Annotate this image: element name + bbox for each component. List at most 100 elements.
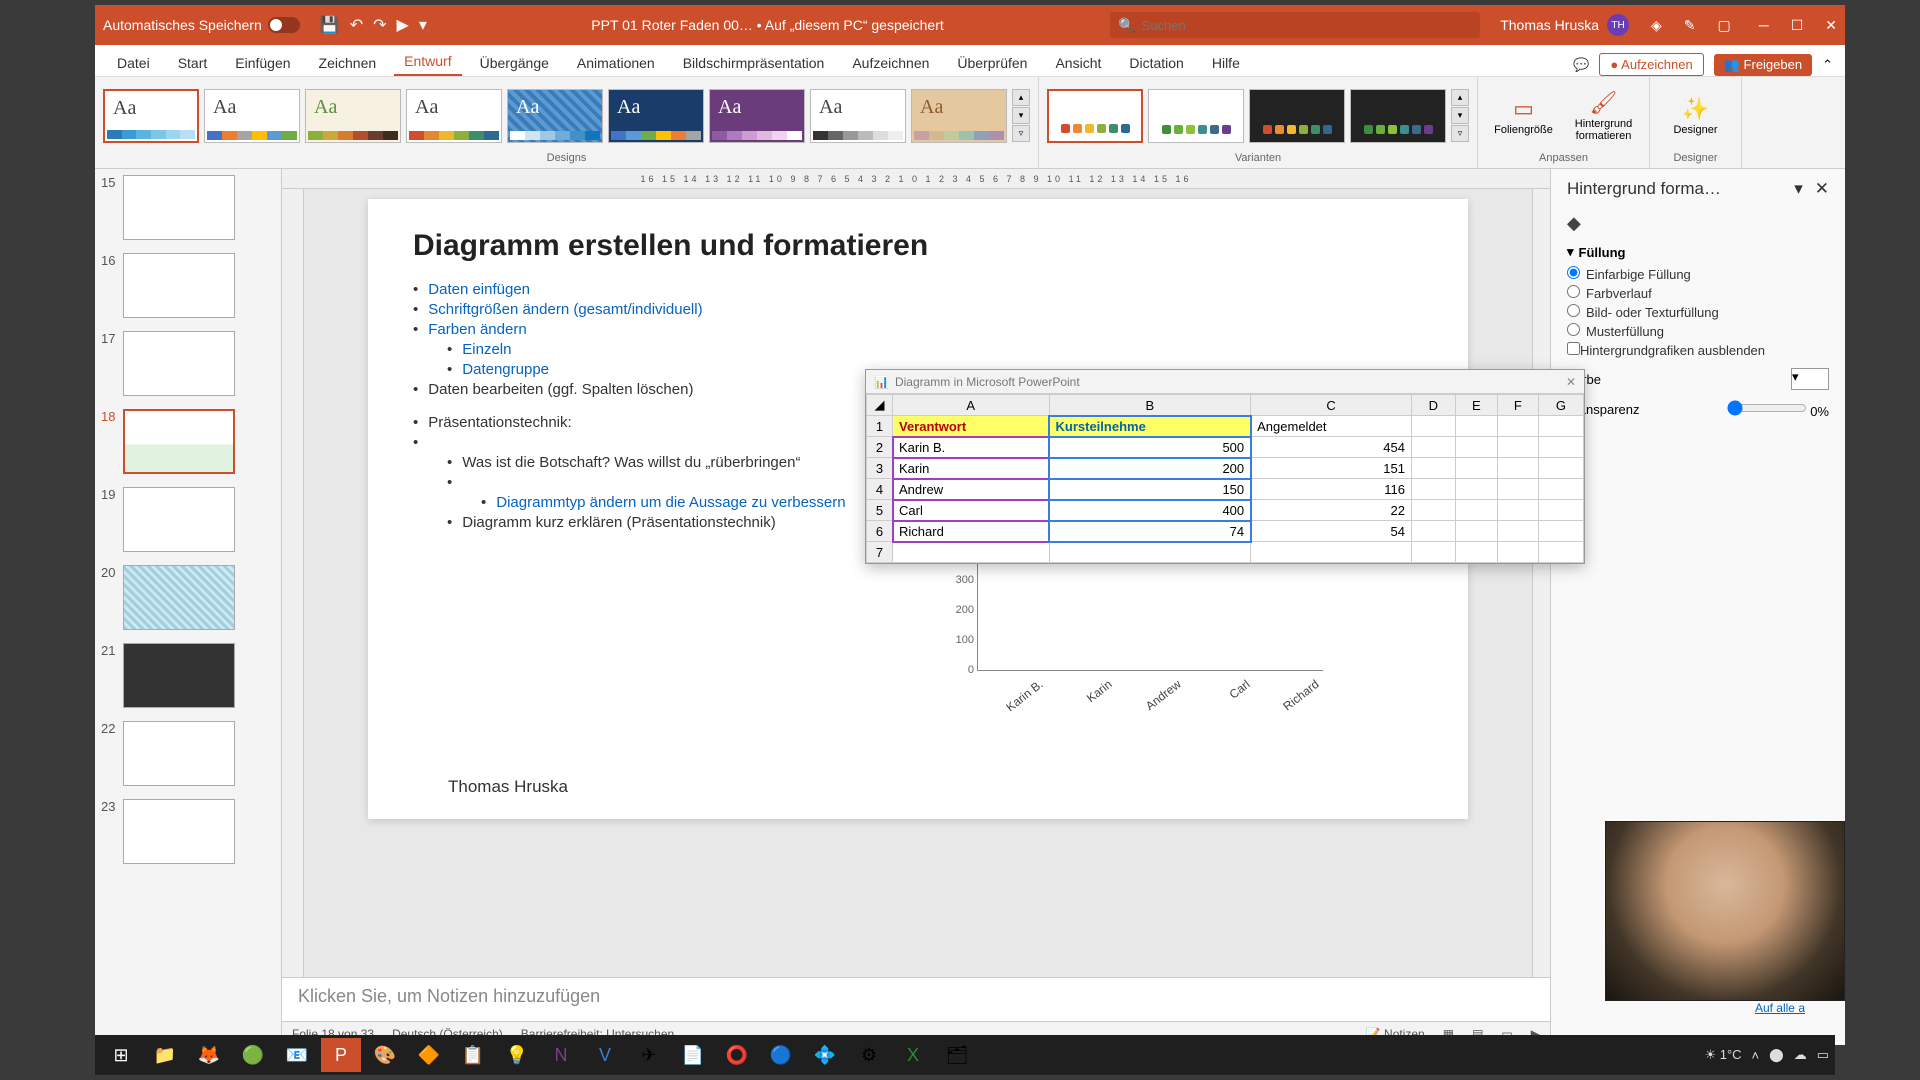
fill-tab-icon[interactable]: ◆ [1567, 213, 1581, 233]
format-background-button[interactable]: 🖌Hintergrund formatieren [1566, 90, 1641, 142]
theme-option[interactable]: Aa [507, 89, 603, 143]
variants-down-icon[interactable]: ▾ [1451, 107, 1469, 124]
tab-entwurf[interactable]: Entwurf [394, 48, 461, 76]
slide-thumbnail[interactable] [123, 331, 235, 396]
record-button[interactable]: ● Aufzeichnen [1599, 53, 1703, 76]
datasheet-grid[interactable]: ◢ A B C D E F G 1VerantwortKursteilnehme… [866, 394, 1584, 563]
tab-hilfe[interactable]: Hilfe [1202, 50, 1250, 76]
fill-pattern-option[interactable]: Musterfüllung [1567, 323, 1829, 339]
search-box[interactable]: 🔍 [1110, 12, 1480, 38]
tab-start[interactable]: Start [168, 50, 218, 76]
chart-datasheet-window[interactable]: 📊 Diagramm in Microsoft PowerPoint ✕ ◢ A… [865, 369, 1585, 564]
variant-option[interactable] [1047, 89, 1143, 143]
undo-icon[interactable]: ↶ [350, 15, 363, 35]
theme-option[interactable]: Aa [709, 89, 805, 143]
fill-section[interactable]: ▾ Füllung [1567, 244, 1829, 260]
onenote-icon[interactable]: N [541, 1038, 581, 1072]
slide-thumbnail[interactable] [123, 175, 235, 240]
tab-animationen[interactable]: Animationen [567, 50, 665, 76]
theme-option[interactable]: Aa [911, 89, 1007, 143]
variants-up-icon[interactable]: ▴ [1451, 89, 1469, 106]
datasheet-close-icon[interactable]: ✕ [1566, 375, 1576, 389]
variants-more-icon[interactable]: ▿ [1451, 125, 1469, 142]
share-button[interactable]: 👥 Freigeben [1714, 54, 1812, 76]
excel-icon[interactable]: X [893, 1038, 933, 1072]
slide-thumbnail[interactable] [123, 799, 235, 864]
redo-icon[interactable]: ↷ [373, 15, 386, 35]
variant-option[interactable] [1350, 89, 1446, 143]
app-icon[interactable]: 📋 [453, 1038, 493, 1072]
telegram-icon[interactable]: ✈ [629, 1038, 669, 1072]
fill-solid-option[interactable]: Einfarbige Füllung [1567, 266, 1829, 282]
tray-icon[interactable]: ▭ [1817, 1047, 1829, 1063]
weather-widget[interactable]: ☀ 1°C [1704, 1047, 1741, 1063]
diamond-icon[interactable]: ◈ [1651, 17, 1662, 34]
document-title[interactable]: PPT 01 Roter Faden 00… • Auf „diesem PC“… [445, 17, 1090, 33]
slide-thumbnail[interactable] [123, 409, 235, 474]
qat-more-icon[interactable]: ▾ [419, 15, 427, 35]
avatar[interactable]: TH [1607, 14, 1629, 36]
tab-dictation[interactable]: Dictation [1119, 50, 1193, 76]
onedrive-icon[interactable]: ☁ [1794, 1047, 1807, 1063]
tab-bildschirm[interactable]: Bildschirmpräsentation [673, 50, 835, 76]
comments-icon[interactable]: 💬 [1573, 57, 1589, 73]
fill-picture-option[interactable]: Bild- oder Texturfüllung [1567, 304, 1829, 320]
app-icon[interactable]: 🎨 [365, 1038, 405, 1072]
firefox-icon[interactable]: 🦊 [189, 1038, 229, 1072]
chrome-icon[interactable]: 🟢 [233, 1038, 273, 1072]
minimize-icon[interactable]: ─ [1759, 17, 1769, 34]
tray-chevron-icon[interactable]: ˄ [1752, 1048, 1760, 1063]
app-icon[interactable]: 📄 [673, 1038, 713, 1072]
panel-close-icon[interactable]: ✕ [1815, 179, 1829, 198]
hide-bg-graphics-option[interactable]: Hintergrundgrafiken ausblenden [1567, 342, 1829, 358]
transparency-slider[interactable] [1727, 400, 1807, 416]
tab-ueberpruefen[interactable]: Überprüfen [947, 50, 1037, 76]
tab-einfuegen[interactable]: Einfügen [225, 50, 300, 76]
tab-uebergaenge[interactable]: Übergänge [470, 50, 559, 76]
powerpoint-icon[interactable]: P [321, 1038, 361, 1072]
outlook-icon[interactable]: 📧 [277, 1038, 317, 1072]
save-icon[interactable]: 💾 [320, 15, 340, 35]
panel-dropdown-icon[interactable]: ▾ [1794, 179, 1803, 198]
app-icon[interactable]: 💡 [497, 1038, 537, 1072]
app-icon[interactable]: 🔵 [761, 1038, 801, 1072]
thumbnail-pane[interactable]: 15 16 17 18 19 20 21 22 23 [95, 169, 282, 1045]
tab-aufzeichnen[interactable]: Aufzeichnen [842, 50, 939, 76]
themes-up-icon[interactable]: ▴ [1012, 89, 1030, 106]
settings-icon[interactable]: ⚙ [849, 1038, 889, 1072]
vertical-scrollbar[interactable] [1532, 189, 1550, 977]
window-icon[interactable]: ▢ [1718, 17, 1731, 34]
app-icon[interactable]: 🗂 [937, 1038, 977, 1072]
theme-option[interactable]: Aa [406, 89, 502, 143]
theme-option[interactable]: Aa [810, 89, 906, 143]
pen-icon[interactable]: ✎ [1684, 17, 1696, 34]
tab-zeichnen[interactable]: Zeichnen [309, 50, 387, 76]
autosave-toggle[interactable] [268, 17, 300, 33]
slide-thumbnail[interactable] [123, 721, 235, 786]
start-button[interactable]: ⊞ [101, 1038, 141, 1072]
start-show-icon[interactable]: ▶ [397, 15, 409, 35]
notes-pane[interactable]: Klicken Sie, um Notizen hinzuzufügen [282, 977, 1550, 1021]
theme-option[interactable]: Aa [305, 89, 401, 143]
app-icon[interactable]: V [585, 1038, 625, 1072]
app-icon[interactable]: ⭕ [717, 1038, 757, 1072]
app-icon[interactable]: 💠 [805, 1038, 845, 1072]
slide-size-button[interactable]: ▭Foliengröße [1486, 96, 1561, 136]
slide-thumbnail[interactable] [123, 643, 235, 708]
collapse-ribbon-icon[interactable]: ⌃ [1822, 57, 1833, 73]
slide-thumbnail[interactable] [123, 253, 235, 318]
maximize-icon[interactable]: ☐ [1791, 17, 1804, 34]
variant-option[interactable] [1249, 89, 1345, 143]
taskbar[interactable]: ⊞ 📁 🦊 🟢 📧 P 🎨 🔶 📋 💡 N V ✈ 📄 ⭕ 🔵 💠 ⚙ X 🗂 … [95, 1035, 1835, 1075]
vlc-icon[interactable]: 🔶 [409, 1038, 449, 1072]
search-input[interactable] [1142, 18, 1473, 33]
apply-all-link[interactable]: Auf alle a [1755, 1001, 1805, 1015]
slide-thumbnail[interactable] [123, 487, 235, 552]
tab-ansicht[interactable]: Ansicht [1045, 50, 1111, 76]
tab-datei[interactable]: Datei [107, 50, 160, 76]
tray-icon[interactable]: ⬤ [1769, 1047, 1784, 1063]
color-picker-button[interactable]: ▾ [1791, 368, 1829, 390]
slide-thumbnail[interactable] [123, 565, 235, 630]
user-name[interactable]: Thomas Hruska [1500, 17, 1599, 33]
fill-gradient-option[interactable]: Farbverlauf [1567, 285, 1829, 301]
